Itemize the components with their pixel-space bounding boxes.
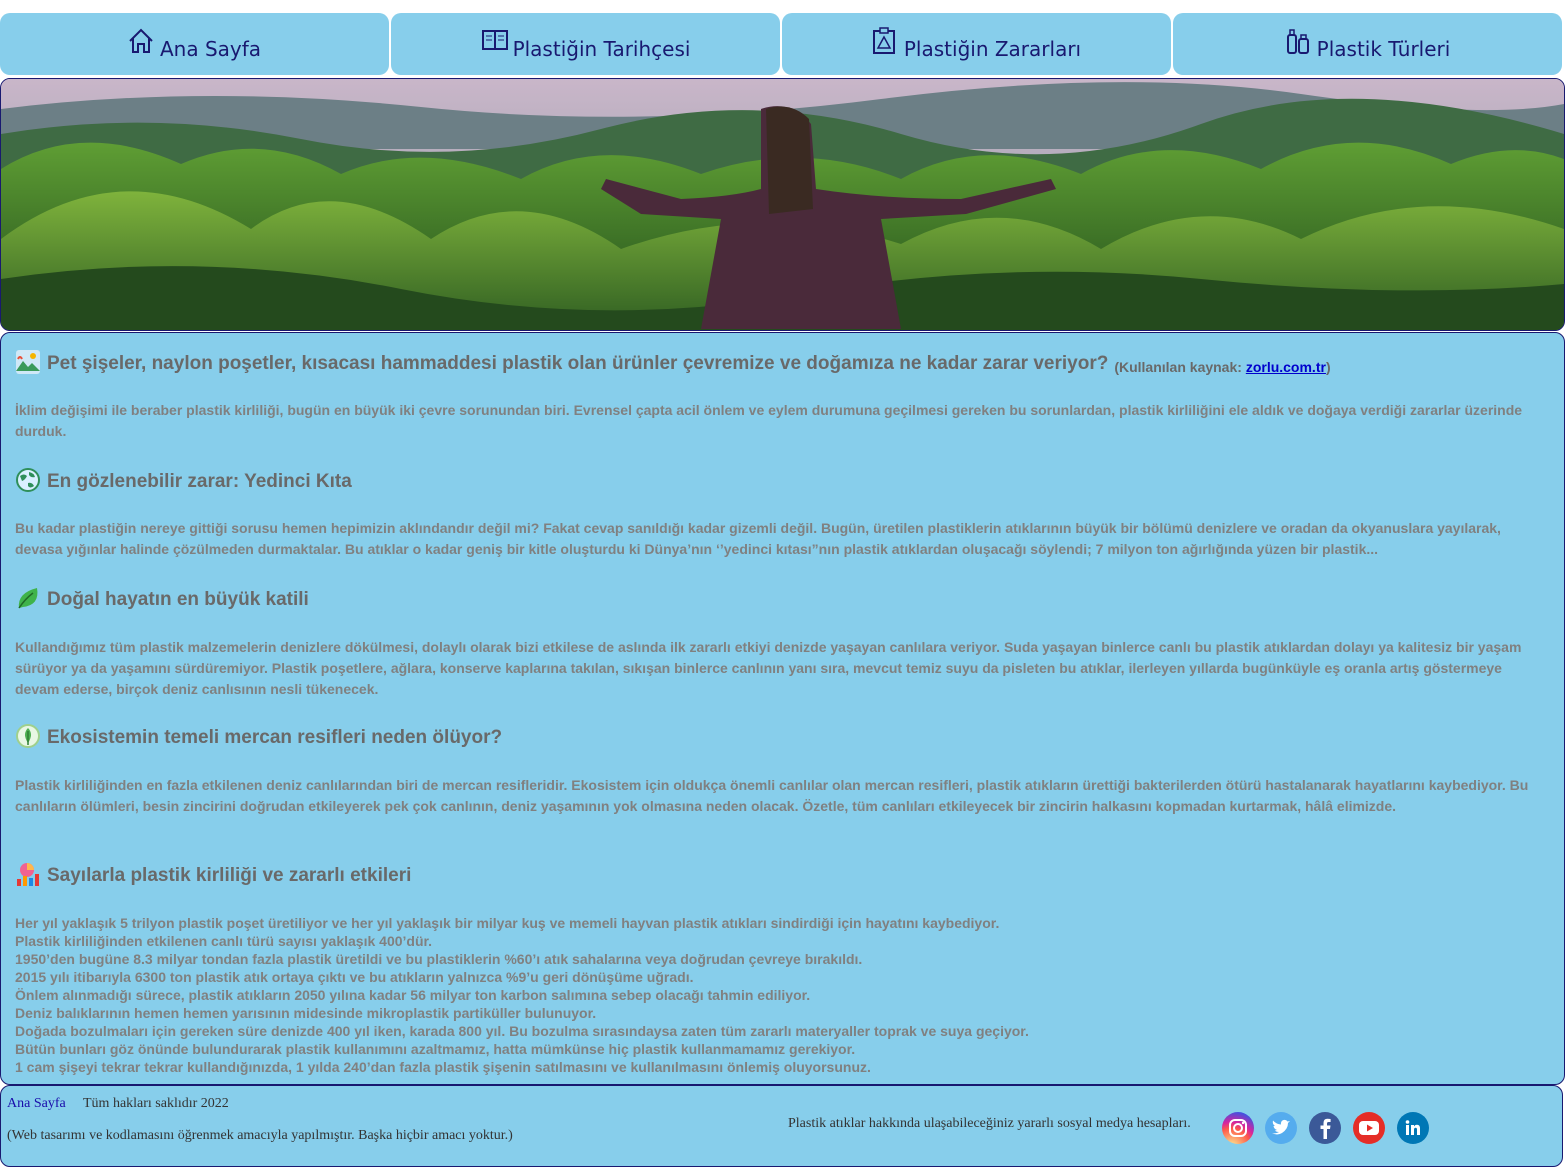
linkedin-icon[interactable] <box>1397 1112 1429 1144</box>
footer: Ana Sayfa Tüm hakları saklıdır 2022 (Web… <box>0 1085 1563 1167</box>
book-icon <box>481 27 508 55</box>
copyright-text: Tüm hakları saklıdır 2022 <box>83 1096 229 1111</box>
facebook-icon[interactable] <box>1309 1112 1341 1144</box>
section-title-intro: Pet şişeler, naylon poşetler, kısacası h… <box>47 353 1109 374</box>
chart-icon <box>15 861 41 887</box>
nav-types-label: Plastik Türleri <box>1316 37 1451 61</box>
section-heading-intro: Pet şişeler, naylon poşetler, kısacası h… <box>15 349 1331 375</box>
section-title-wildlife: Doğal hayatın en büyük katili <box>47 589 309 610</box>
source-reference: (Kullanılan kaynak: zorlu.com.tr) <box>1114 359 1331 375</box>
statistic-line: 1 cam şişeyi tekrar tekrar kullandığınız… <box>15 1059 871 1075</box>
main-content: Pet şişeler, naylon poşetler, kısacası h… <box>0 332 1565 1085</box>
youtube-icon[interactable] <box>1353 1112 1385 1144</box>
nav-history[interactable]: Plastiğin Tarihçesi <box>391 13 780 75</box>
section-heading-seventh-continent: En gözlenebilir zarar: Yedinci Kıta <box>15 467 352 493</box>
section-title-statistics: Sayılarla plastik kirliliği ve zararlı e… <box>47 865 412 886</box>
nav-harms[interactable]: Plastiğin Zararları <box>782 13 1171 75</box>
footer-note: (Web tasarımı ve kodlamasını öğrenmek am… <box>7 1128 513 1143</box>
nature-scene-icon <box>15 349 41 375</box>
statistic-line: Deniz balıklarının hemen hemen yarısının… <box>15 1005 597 1021</box>
nav-home[interactable]: Ana Sayfa <box>0 13 389 75</box>
statistic-line: Bütün bunları göz önünde bulundurarak pl… <box>15 1041 856 1057</box>
statistic-line: 2015 yılı itibarıyla 6300 ton plastik at… <box>15 969 694 985</box>
statistic-line: Plastik kirliliğinden etkilenen canlı tü… <box>15 933 433 949</box>
social-text: Plastik atıklar hakkında ulaşabileceğini… <box>788 1116 1191 1131</box>
statistic-line: 1950’den bugüne 8.3 milyar tondan fazla … <box>15 951 863 967</box>
section-heading-coral: Ekosistemin temeli mercan resifleri nede… <box>15 723 502 749</box>
nav-home-label: Ana Sayfa <box>159 37 262 61</box>
section-heading-wildlife: Doğal hayatın en büyük katili <box>15 585 309 611</box>
section-body-coral: Plastik kirliliğinden en fazla etkilenen… <box>15 777 1529 814</box>
nav-types[interactable]: Plastik Türleri <box>1173 13 1562 75</box>
statistic-line: Doğada bozulmaları için gereken süre den… <box>15 1023 1029 1039</box>
section-body-intro: İklim değişimi ile beraber plastik kirli… <box>15 402 1523 439</box>
eco-leaf-icon <box>15 723 41 749</box>
section-body-seventh-continent: Bu kadar plastiğin nereye gittiği sorusu… <box>15 520 1501 557</box>
globe-icon <box>15 467 41 493</box>
nav-history-label: Plastiğin Tarihçesi <box>512 37 691 61</box>
hero-banner-image <box>0 78 1565 331</box>
statistic-line: Her yıl yaklaşık 5 trilyon plastik poşet… <box>15 915 1000 931</box>
section-heading-statistics: Sayılarla plastik kirliliği ve zararlı e… <box>15 861 411 887</box>
landscape-photo <box>1 79 1564 330</box>
instagram-icon[interactable] <box>1222 1112 1254 1144</box>
statistics-list: Her yıl yaklaşık 5 trilyon plastik poşet… <box>15 914 1029 1076</box>
clipboard-warning-icon <box>872 27 898 55</box>
statistic-line: Önlem alınmadığı sürece, plastik atıklar… <box>15 987 811 1003</box>
section-title-coral: Ekosistemin temeli mercan resifleri nede… <box>47 727 503 748</box>
leaf-icon <box>15 585 41 611</box>
footer-home-link[interactable]: Ana Sayfa <box>7 1096 66 1112</box>
section-body-wildlife: Kullandığımız tüm plastik malzemelerin d… <box>15 639 1522 697</box>
top-navigation: Ana Sayfa Plastiğin Tarihçesi Plastiğin … <box>0 13 1565 75</box>
bottles-icon <box>1285 27 1311 55</box>
home-icon <box>128 27 154 55</box>
nav-harms-label: Plastiğin Zararları <box>903 37 1082 61</box>
section-title-seventh-continent: En gözlenebilir zarar: Yedinci Kıta <box>47 471 352 492</box>
source-link[interactable]: zorlu.com.tr <box>1246 359 1326 375</box>
twitter-icon[interactable] <box>1265 1112 1297 1144</box>
